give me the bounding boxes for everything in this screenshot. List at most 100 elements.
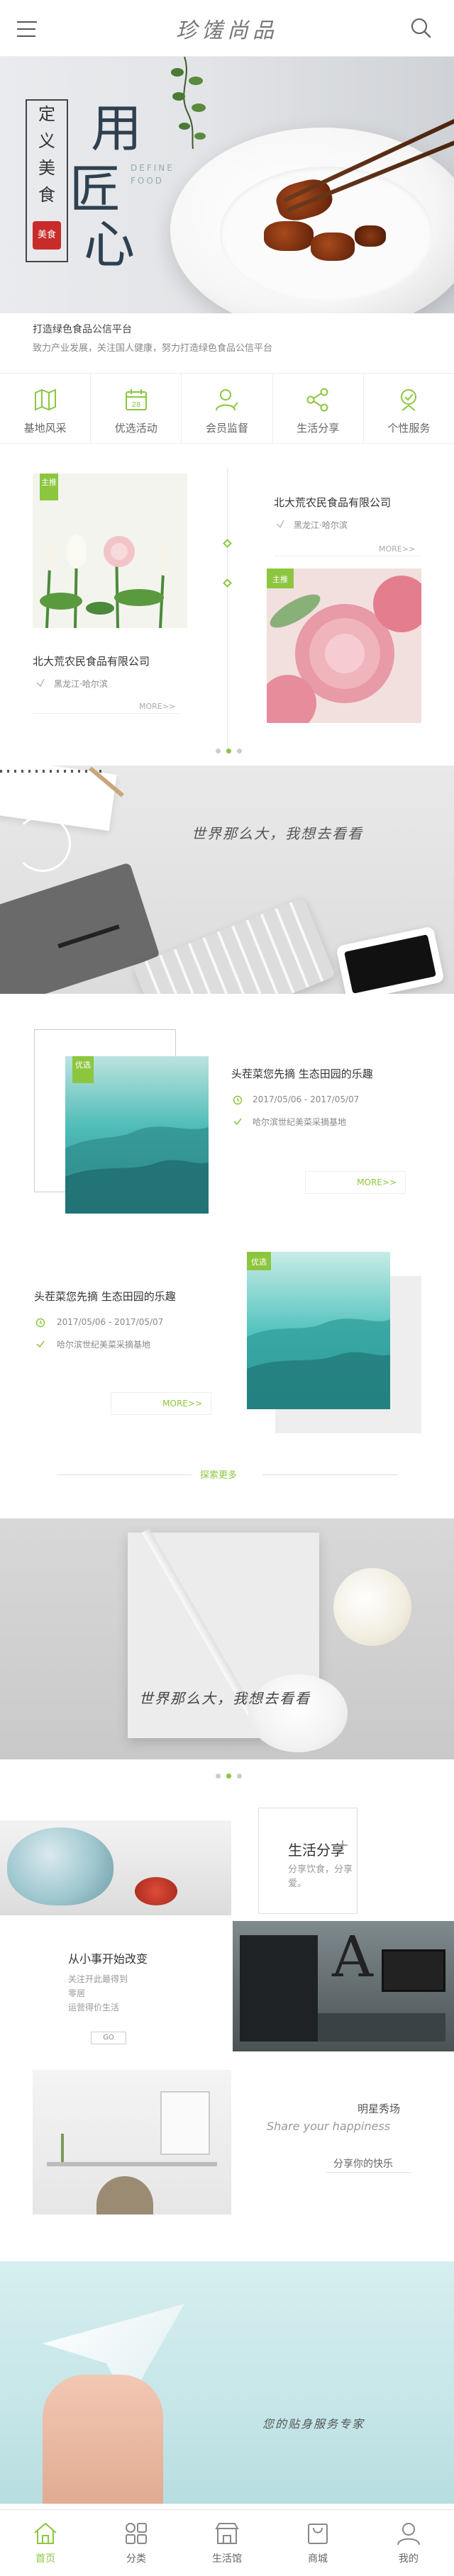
service-banner[interactable]: 您的贴身服务专家 bbox=[0, 2261, 454, 2504]
life-section: 生活分享 分享饮食，分享 爱。 从小事开始改变 关注开此最得到 零居 运营得价生… bbox=[0, 1789, 454, 2261]
keyboard-image bbox=[132, 897, 336, 994]
hero-en-line: FOOD bbox=[131, 176, 165, 186]
activity-image[interactable]: 优选 bbox=[247, 1252, 390, 1409]
star-link[interactable]: 分享你的快乐 bbox=[333, 2156, 393, 2171]
grid-icon bbox=[126, 2523, 147, 2544]
activity-date: 2017/05/06 - 2017/05/07 bbox=[57, 1317, 164, 1327]
carousel-dot[interactable] bbox=[226, 749, 231, 754]
activity-tag: 优选 bbox=[72, 1056, 94, 1083]
carousel-dot[interactable] bbox=[216, 749, 221, 754]
small-change-title[interactable]: 从小事开始改变 bbox=[68, 1949, 148, 1966]
paper-banner[interactable]: 世界那么大，我想去看看 bbox=[0, 1518, 454, 1759]
product-tag: 主推 bbox=[40, 474, 58, 500]
menu-icon[interactable] bbox=[17, 21, 41, 37]
search-icon[interactable] bbox=[410, 17, 431, 38]
divider bbox=[262, 1474, 397, 1475]
activity-title[interactable]: 头茬菜您先摘 生态田园的乐趣 bbox=[34, 1289, 176, 1304]
location-icon bbox=[36, 678, 45, 688]
nav-item-service[interactable]: 个性服务 bbox=[364, 374, 454, 443]
product-location: 黑龙江·哈尔滨 bbox=[54, 679, 108, 689]
check-icon bbox=[233, 1118, 242, 1126]
carousel-dot[interactable] bbox=[226, 1774, 231, 1779]
nav-item-activity[interactable]: 28 优选活动 bbox=[91, 374, 182, 443]
bowl-image[interactable] bbox=[0, 1820, 231, 1915]
activity-section: 优选 头茬菜您先摘 生态田园的乐趣 2017/05/06 - 2017/05/0… bbox=[0, 994, 454, 1518]
carousel-dot[interactable] bbox=[237, 749, 242, 754]
go-button[interactable]: GO bbox=[91, 2032, 126, 2044]
explore-more-bar[interactable]: 探索更多 bbox=[0, 1466, 454, 1484]
product-image[interactable]: 主推 bbox=[267, 569, 421, 723]
food-image bbox=[311, 233, 355, 261]
explore-more-link[interactable]: 探索更多 bbox=[200, 1467, 237, 1481]
svg-text:28: 28 bbox=[131, 401, 140, 409]
carousel-dot[interactable] bbox=[216, 1774, 221, 1779]
carousel-dots bbox=[213, 1768, 245, 1779]
star-en: Share your happiness bbox=[267, 2119, 391, 2133]
nav-label: 基地风采 bbox=[23, 422, 67, 435]
site-logo[interactable]: 珍馐尚品 bbox=[142, 13, 312, 44]
stamp-char: 美 bbox=[38, 158, 55, 178]
service-icon bbox=[401, 389, 417, 411]
carousel-dot[interactable] bbox=[237, 1774, 242, 1779]
tab-label: 首页 bbox=[35, 2553, 55, 2565]
food-image bbox=[355, 225, 386, 247]
intro-section: 打造绿色食品公信平台 致力产业发展，关注国人健康，努力打造绿色食品公信平台 bbox=[0, 313, 454, 364]
activity-title[interactable]: 头茬菜您先摘 生态田园的乐趣 bbox=[231, 1066, 373, 1081]
nav-label: 会员监督 bbox=[206, 422, 249, 435]
timeline-node bbox=[223, 539, 232, 548]
nav-item-member[interactable]: 会员监督 bbox=[182, 374, 273, 443]
star-title[interactable]: 明星秀场 bbox=[358, 2101, 400, 2116]
product-tag: 主推 bbox=[267, 569, 294, 588]
life-share-sub-line: 爱。 bbox=[288, 1878, 307, 1889]
user-check-icon bbox=[216, 389, 238, 411]
plus-icon[interactable] bbox=[336, 1839, 349, 1852]
carousel-dots bbox=[213, 743, 245, 754]
life-share-sub: 分享饮食，分享 爱。 bbox=[288, 1863, 353, 1891]
tab-label: 商城 bbox=[308, 2553, 328, 2565]
tab-mall[interactable]: 商城 bbox=[272, 2510, 363, 2576]
hero-banner[interactable]: 定 义 美 食 美食 用 匠 心 DEFINE FOOD bbox=[0, 57, 454, 313]
activity-more-button[interactable]: MORE>> bbox=[111, 1392, 211, 1415]
nav-label: 生活分享 bbox=[297, 422, 340, 435]
dark-panel-shape bbox=[240, 1935, 318, 2042]
hero-en-line: DEFINE bbox=[131, 163, 175, 173]
white-flower-image bbox=[248, 1674, 348, 1752]
home-icon bbox=[34, 2522, 57, 2544]
product-company[interactable]: 北大荒农民食品有限公司 bbox=[274, 495, 391, 510]
tab-category[interactable]: 分类 bbox=[91, 2510, 182, 2576]
activity-more-button[interactable]: MORE>> bbox=[305, 1171, 406, 1194]
plate-image bbox=[170, 128, 454, 313]
clock-icon bbox=[35, 1318, 45, 1328]
small-change-sub: 关注开此最得到 零居 运营得价生活 bbox=[68, 1972, 128, 2015]
tab-mine[interactable]: 我的 bbox=[363, 2510, 454, 2576]
product-company[interactable]: 北大荒农民食品有限公司 bbox=[33, 654, 150, 668]
tab-home[interactable]: 首页 bbox=[0, 2510, 91, 2576]
clock-icon bbox=[233, 1095, 243, 1105]
divider bbox=[57, 1474, 192, 1475]
nav-item-base[interactable]: 基地风采 bbox=[0, 374, 92, 443]
desk-dark-image[interactable]: A bbox=[233, 1921, 454, 2051]
activity-date: 2017/05/06 - 2017/05/07 bbox=[253, 1094, 360, 1104]
desk-banner[interactable]: 世界那么大，我想去看看 bbox=[0, 766, 454, 994]
profile-icon bbox=[397, 2523, 420, 2546]
timeline-node bbox=[223, 578, 232, 588]
nav-item-share[interactable]: 生活分享 bbox=[273, 374, 364, 443]
more-link[interactable]: MORE>> bbox=[139, 702, 175, 711]
hero-en-text: DEFINE FOOD bbox=[131, 162, 175, 187]
product-location: 黑龙江·哈尔滨 bbox=[294, 520, 348, 530]
product-image[interactable]: 主推 bbox=[33, 474, 187, 628]
life-share-sub-line: 分享饮食，分享 bbox=[288, 1864, 353, 1875]
service-banner-text: 您的贴身服务专家 bbox=[262, 2417, 365, 2431]
share-icon bbox=[306, 388, 328, 412]
activity-image[interactable]: 优选 bbox=[65, 1056, 209, 1214]
phone-image bbox=[336, 926, 445, 994]
more-link[interactable]: MORE>> bbox=[379, 544, 415, 554]
shop-icon bbox=[215, 2523, 239, 2544]
earphone-image bbox=[14, 815, 71, 872]
red-flower-shape bbox=[135, 1877, 177, 1905]
tab-label: 我的 bbox=[399, 2553, 419, 2565]
intro-title: 打造绿色食品公信平台 bbox=[33, 324, 132, 335]
tab-life[interactable]: 生活馆 bbox=[182, 2510, 272, 2576]
white-room-image[interactable] bbox=[33, 2070, 231, 2214]
location-icon bbox=[276, 520, 284, 529]
